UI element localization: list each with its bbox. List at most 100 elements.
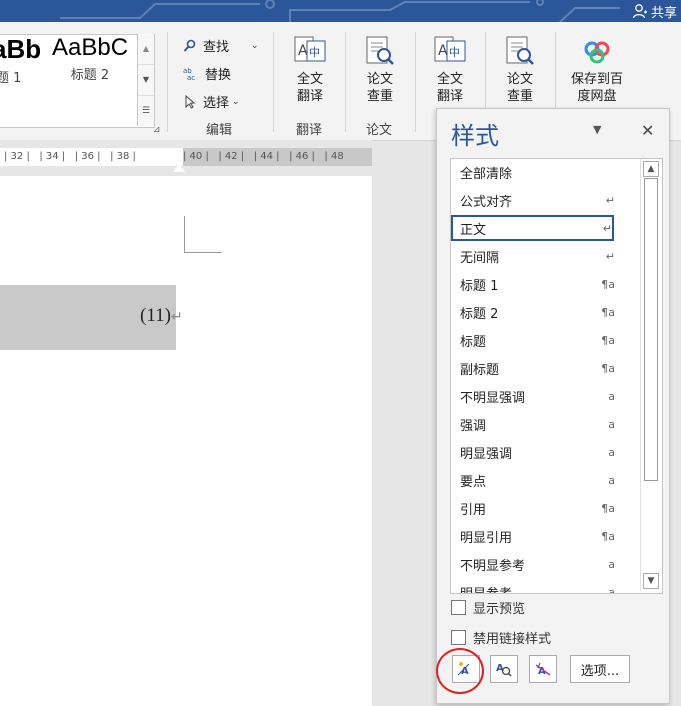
separator xyxy=(415,32,416,132)
style-type-icon: ↵ xyxy=(605,250,615,263)
document-area[interactable]: (11)↵ xyxy=(0,176,372,706)
disable-linked-label: 禁用链接样式 xyxy=(473,632,552,647)
scroll-down-icon[interactable]: ▼ xyxy=(643,573,659,589)
equation-number: (11)↵ xyxy=(140,305,183,327)
style-item-label: 明显强调 xyxy=(460,447,513,462)
style-item[interactable]: 副标题 ¶a xyxy=(451,355,643,382)
full-translate-label: 全文翻译 xyxy=(436,72,463,104)
style-type-icon: ¶a xyxy=(601,334,615,347)
style-item[interactable]: 要点 a xyxy=(451,467,643,494)
style-tile-name: 题 1 xyxy=(0,71,22,86)
style-type-icon: ¶a xyxy=(601,278,615,291)
style-item[interactable]: 标题 2 ¶a xyxy=(451,299,643,326)
style-item[interactable]: 不明显强调 a xyxy=(451,383,643,410)
gallery-up-icon[interactable]: ▲ xyxy=(138,34,154,64)
style-item[interactable]: 不明显参考 a xyxy=(451,551,643,578)
style-item-label: 要点 xyxy=(460,475,487,490)
style-inspector-button[interactable]: A xyxy=(490,655,518,683)
pane-menu-dropdown-icon[interactable]: ▼ xyxy=(593,123,607,136)
chevron-down-icon: ⌄ xyxy=(232,96,240,107)
styles-list[interactable]: 全部清除 公式对齐 ↵ 正文 ↵ 无间隔 ↵ 标题 1 ¶a 标题 2 ¶a 标题 ¶a 副标题 ¶a 不明显… xyxy=(450,158,663,594)
manage-styles-button[interactable]: A xyxy=(529,655,557,683)
style-item[interactable]: 标题 1 ¶a xyxy=(451,271,643,298)
show-preview-checkbox[interactable]: 显示预览 xyxy=(451,598,525,617)
checkbox-box[interactable] xyxy=(451,630,466,645)
search-icon xyxy=(183,39,196,52)
cursor-arrow-icon xyxy=(185,94,196,109)
document-page[interactable]: (11)↵ xyxy=(0,176,372,706)
style-item[interactable]: 公式对齐 ↵ xyxy=(451,187,643,214)
style-type-icon: a xyxy=(608,586,615,594)
style-item-label: 全部清除 xyxy=(460,167,513,182)
style-type-icon: a xyxy=(608,390,615,403)
disable-linked-styles-checkbox[interactable]: 禁用链接样式 xyxy=(451,628,551,647)
gallery-down-icon[interactable]: ▼ xyxy=(138,64,154,95)
group-label-paper: 论文 xyxy=(366,123,393,138)
show-preview-label: 显示预览 xyxy=(473,602,526,617)
person-share-icon xyxy=(632,4,647,19)
manage-styles-icon: A xyxy=(535,662,551,677)
style-tile-heading2[interactable]: AaBbC 标题 2 xyxy=(52,34,128,83)
share-button[interactable]: 共享 xyxy=(632,0,677,22)
style-type-icon: ¶a xyxy=(601,530,615,543)
pane-title: 样式 xyxy=(451,122,499,150)
styles-scrollbar[interactable]: ▲ ▼ xyxy=(640,159,661,591)
gallery-scroll[interactable]: ▲ ▼ ☰ xyxy=(137,34,154,126)
style-item[interactable]: 无间隔 ↵ xyxy=(451,243,643,270)
style-item[interactable]: 明显强调 a xyxy=(451,439,643,466)
save-baidu-label: 保存到百度网盘 xyxy=(570,72,623,104)
paper-check-button-2[interactable]: 论文查重 xyxy=(491,35,549,105)
select-label: 选择 xyxy=(203,96,230,111)
style-tile-preview: AaBbC xyxy=(52,34,128,61)
style-item[interactable]: 全部清除 xyxy=(451,159,643,186)
indent-marker-icon[interactable] xyxy=(173,164,185,172)
find-button[interactable]: 查找 ⌄ xyxy=(183,36,259,55)
replace-button[interactable]: ab ac 替换 xyxy=(183,64,232,84)
style-type-icon: ↵ xyxy=(605,194,615,207)
translate-icon: A 中 xyxy=(434,36,466,62)
style-item-label: 不明显参考 xyxy=(460,559,526,574)
save-baidu-button[interactable]: 保存到百度网盘 xyxy=(562,35,632,105)
style-tile-heading1[interactable]: aBb 题 1 xyxy=(0,34,40,86)
full-translate-label: 全文翻译 xyxy=(296,72,323,104)
close-icon[interactable]: ✕ xyxy=(641,121,654,140)
baidu-netdisk-icon xyxy=(584,41,610,64)
style-type-icon: a xyxy=(608,474,615,487)
options-button[interactable]: 选项... xyxy=(570,655,630,683)
styles-dialog-launcher-icon[interactable]: ⊿ xyxy=(153,125,161,135)
paper-check-label: 论文查重 xyxy=(506,72,533,104)
style-item[interactable]: 明显参考 a xyxy=(451,579,643,594)
style-item[interactable]: 强调 a xyxy=(451,411,643,438)
style-item[interactable]: 引用 ¶a xyxy=(451,495,643,522)
gallery-more-icon[interactable]: ☰ xyxy=(138,95,154,126)
style-item-label: 标题 1 xyxy=(460,279,499,294)
circuit-pattern-decoration xyxy=(60,0,620,22)
style-item[interactable]: 正文 ↵ xyxy=(451,215,614,241)
paragraph-mark-icon: ↵ xyxy=(170,310,183,325)
horizontal-ruler[interactable]: | 32 | | 34 | | 36 | | 38 | | 40 | | 42 … xyxy=(0,140,372,174)
scroll-thumb[interactable] xyxy=(644,178,658,481)
red-annotation-circle xyxy=(436,648,484,694)
title-bar: 共享 xyxy=(0,0,681,22)
paper-check-button[interactable]: 论文查重 xyxy=(351,35,409,105)
group-label-edit: 编辑 xyxy=(206,123,233,138)
translate-icon: A 中 xyxy=(294,36,326,62)
equation-number-text: (11) xyxy=(140,305,171,326)
style-item-label: 无间隔 xyxy=(460,251,500,266)
style-item[interactable]: 明显引用 ¶a xyxy=(451,523,643,550)
checkbox-box[interactable] xyxy=(451,600,466,615)
style-tile-name: 标题 2 xyxy=(70,68,110,83)
scroll-up-icon[interactable]: ▲ xyxy=(643,161,659,177)
full-translate-button[interactable]: A 中 全文翻译 xyxy=(281,35,339,105)
chevron-down-icon: ⌄ xyxy=(251,40,259,51)
share-label: 共享 xyxy=(650,5,677,21)
style-item[interactable]: 标题 ¶a xyxy=(451,327,643,354)
replace-label: 替换 xyxy=(205,68,232,83)
svg-text:中: 中 xyxy=(309,46,320,59)
select-button[interactable]: 选择 ⌄ xyxy=(183,92,240,111)
svg-text:ac: ac xyxy=(187,74,195,81)
style-inspector-icon: A xyxy=(496,663,512,677)
style-type-icon: ¶a xyxy=(601,502,615,515)
style-item-label: 正文 xyxy=(460,222,487,238)
full-translate-button-2[interactable]: A 中 全文翻译 xyxy=(421,35,479,105)
